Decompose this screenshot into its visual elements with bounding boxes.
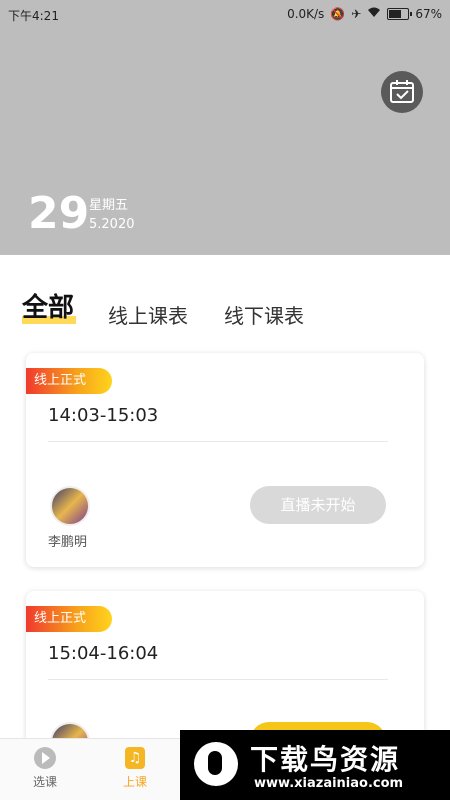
watermark-banner: 下载鸟资源 www.xiazainiao.com xyxy=(180,730,450,800)
teacher-name: 李鹏明 xyxy=(48,535,88,550)
nav-attend-class[interactable]: ♫ 上课 xyxy=(113,747,157,790)
status-icons: 0.0K/s 🔕 ✈ 67% xyxy=(287,6,442,21)
live-status-button[interactable]: 直播未开始 xyxy=(250,486,386,524)
status-time: 下午4:21 xyxy=(8,9,59,23)
course-type-tag: 线上正式 xyxy=(26,368,112,394)
calendar-button[interactable] xyxy=(381,71,423,113)
card-divider xyxy=(48,441,388,442)
battery-percent: 67% xyxy=(415,6,442,21)
mute-icon: 🔕 xyxy=(330,6,346,21)
course-time: 14:03-15:03 xyxy=(48,405,159,426)
note-icon: ♫ xyxy=(125,747,145,769)
status-bar: 下午4:21 0.0K/s 🔕 ✈ 67% xyxy=(0,0,450,30)
tab-offline-schedule[interactable]: 线下课表 xyxy=(224,300,304,329)
course-type-tag: 线上正式 xyxy=(26,606,112,632)
teacher-avatar[interactable] xyxy=(50,486,90,526)
course-time: 15:04-16:04 xyxy=(48,643,159,664)
tab-online-schedule[interactable]: 线上课表 xyxy=(108,300,188,329)
course-card[interactable]: 线上正式 14:03-15:03 李鹏明 直播未开始 xyxy=(26,353,424,567)
nav-label: 选课 xyxy=(32,775,57,789)
date-day: 29 xyxy=(28,188,90,239)
watermark-url: www.xiazainiao.com xyxy=(254,776,404,791)
play-icon xyxy=(34,747,56,769)
header-banner: 下午4:21 0.0K/s 🔕 ✈ 67% 29 星期五 5.2020 xyxy=(0,0,450,255)
card-divider xyxy=(48,679,388,680)
tab-all[interactable]: 全部 xyxy=(22,287,74,324)
date-month-year: 5.2020 xyxy=(89,217,135,232)
wifi-icon xyxy=(367,6,381,21)
airplane-icon: ✈ xyxy=(351,6,362,21)
watermark-title: 下载鸟资源 xyxy=(250,743,401,776)
date-weekday: 星期五 xyxy=(89,198,129,213)
bird-logo-icon xyxy=(194,742,238,786)
schedule-tabs: 全部 线上课表 线下课表 xyxy=(0,290,450,334)
battery-icon xyxy=(387,7,413,20)
calendar-check-icon xyxy=(390,80,414,103)
nav-label: 上课 xyxy=(122,775,147,789)
nav-select-course[interactable]: 选课 xyxy=(23,747,67,790)
network-speed: 0.0K/s xyxy=(287,6,325,21)
